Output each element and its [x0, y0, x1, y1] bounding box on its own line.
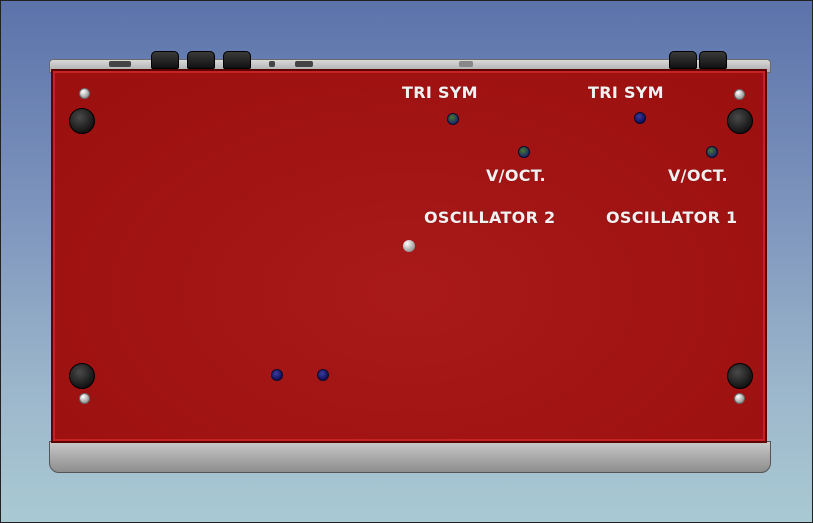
screw-icon: [79, 88, 90, 99]
module-panel: TRI SYM TRI SYM V/OCT. V/OCT. OSCILLATOR…: [51, 69, 767, 443]
rubber-foot-icon: [727, 108, 753, 134]
osc1-voct-trim-pot-icon[interactable]: [706, 146, 718, 158]
switch-icon: [459, 61, 473, 67]
rubber-foot-icon: [69, 108, 95, 134]
screw-icon: [403, 240, 415, 252]
osc2-tri-sym-label: TRI SYM: [402, 83, 478, 102]
trim-pot-icon[interactable]: [317, 369, 329, 381]
rubber-foot-icon: [69, 363, 95, 389]
osc1-tri-sym-label: TRI SYM: [588, 83, 664, 102]
osc2-voct-label: V/OCT.: [486, 166, 546, 185]
rubber-foot-icon: [727, 363, 753, 389]
screw-icon: [734, 89, 745, 100]
audio-jack-icon: [223, 51, 251, 69]
audio-jack-icon: [187, 51, 215, 69]
osc2-voct-trim-pot-icon[interactable]: [518, 146, 530, 158]
screw-icon: [734, 393, 745, 404]
osc2-tri-sym-trim-pot-icon[interactable]: [447, 113, 459, 125]
trim-pot-icon[interactable]: [271, 369, 283, 381]
switch-icon: [109, 61, 131, 67]
enclosure-front-rail: [49, 441, 771, 473]
osc1-tri-sym-trim-pot-icon[interactable]: [634, 112, 646, 124]
switch-icon: [295, 61, 313, 67]
audio-jack-icon: [669, 51, 697, 69]
switch-icon: [269, 61, 275, 67]
osc1-voct-label: V/OCT.: [668, 166, 728, 185]
screw-icon: [79, 393, 90, 404]
audio-jack-icon: [699, 51, 727, 69]
oscillator-2-title: OSCILLATOR 2: [424, 208, 556, 227]
panel-surface: [55, 73, 763, 439]
3d-viewport[interactable]: TRI SYM TRI SYM V/OCT. V/OCT. OSCILLATOR…: [0, 0, 813, 523]
oscillator-1-title: OSCILLATOR 1: [606, 208, 738, 227]
audio-jack-icon: [151, 51, 179, 69]
